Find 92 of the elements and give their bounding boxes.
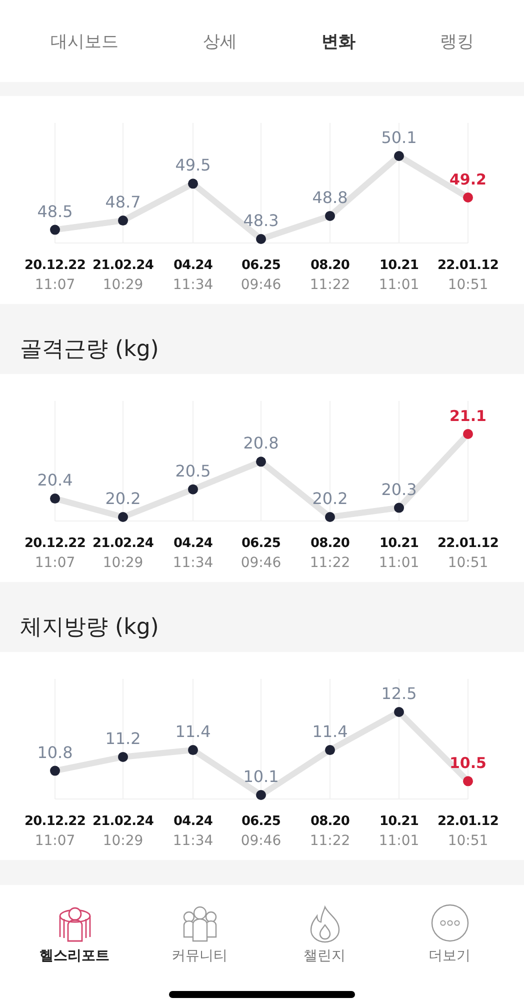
time-label: 10:51 [448, 277, 488, 293]
data-point [118, 512, 128, 522]
date-label: 06.25 [241, 258, 281, 273]
value-label: 20.8 [243, 434, 279, 453]
value-label: 20.4 [37, 470, 73, 490]
value-label: 20.2 [105, 489, 141, 508]
value-label: 50.1 [381, 128, 417, 147]
data-point [325, 210, 335, 221]
time-label: 11:01 [378, 277, 420, 293]
time-label: 10:51 [448, 555, 488, 571]
tab[interactable]: 랭킹 [436, 24, 478, 58]
nav-item[interactable]: 커뮤니티 [154, 903, 244, 965]
date-label: 08.20 [310, 258, 350, 273]
value-label: 10.5 [450, 754, 486, 772]
time-label: 11:01 [378, 555, 420, 571]
value-label: 49.5 [175, 156, 211, 175]
value-label: 48.5 [37, 202, 73, 221]
more-icon [430, 903, 470, 943]
data-point [188, 745, 198, 756]
date-label: 20.12.22 [24, 814, 86, 829]
date-label: 21.02.24 [92, 258, 154, 273]
data-point [325, 512, 335, 522]
data-point [50, 766, 60, 776]
data-point [394, 707, 404, 717]
value-label: 11.2 [105, 728, 141, 748]
date-label: 20.12.22 [24, 536, 86, 551]
date-label: 22.01.12 [438, 814, 498, 829]
time-label: 10:29 [102, 555, 144, 571]
value-label: 20.2 [312, 489, 348, 508]
time-label: 11:34 [172, 555, 214, 571]
nav-item[interactable]: 더보기 [404, 903, 494, 965]
date-label: 06.25 [241, 814, 281, 829]
date-label: 04.24 [173, 258, 213, 273]
data-point [256, 790, 266, 800]
nav-item[interactable]: 헬스리포트 [30, 903, 120, 965]
time-label: 11:34 [172, 277, 214, 293]
data-point [50, 224, 60, 235]
data-point [118, 752, 128, 762]
value-label: 48.8 [312, 188, 348, 207]
data-point [50, 494, 60, 504]
time-label: 11:22 [310, 555, 350, 571]
value-label: 49.2 [450, 170, 486, 188]
date-label: 10.21 [379, 258, 419, 273]
value-label: 10.1 [243, 767, 279, 786]
date-label: 22.01.12 [438, 258, 498, 273]
value-label: 12.5 [381, 684, 417, 703]
time-label: 11:34 [172, 833, 214, 849]
nav-item[interactable]: 챌린지 [280, 903, 370, 965]
value-label: 11.4 [312, 722, 348, 742]
data-point [394, 502, 404, 513]
time-label: 11:07 [34, 277, 76, 293]
time-label: 09:46 [240, 277, 282, 293]
date-label: 10.21 [379, 536, 419, 551]
time-label: 11:22 [310, 277, 350, 293]
value-label: 20.3 [381, 480, 417, 499]
time-label: 09:46 [240, 833, 282, 849]
date-label: 04.24 [173, 814, 213, 829]
tab[interactable]: 대시보드 [46, 24, 122, 58]
date-label: 10.21 [379, 814, 419, 829]
date-label: 08.20 [310, 814, 350, 829]
date-label: 04.24 [173, 536, 213, 551]
data-point [188, 484, 198, 494]
time-label: 10:29 [102, 833, 144, 849]
time-label: 11:07 [34, 555, 76, 571]
date-label: 21.02.24 [92, 814, 154, 829]
time-label: 10:51 [448, 833, 488, 849]
date-label: 08.20 [310, 536, 350, 551]
time-label: 09:46 [240, 555, 282, 571]
tab[interactable]: 변화 [317, 24, 360, 58]
section-title: 체지방량 (kg) [20, 614, 159, 642]
date-label: 21.02.24 [92, 536, 154, 551]
value-label: 21.1 [450, 407, 486, 425]
value-label: 48.3 [243, 211, 279, 230]
data-point [188, 178, 198, 189]
value-label: 48.7 [105, 192, 141, 212]
time-label: 11:01 [378, 833, 420, 849]
time-label: 11:22 [310, 833, 350, 849]
data-point [325, 745, 335, 756]
tab[interactable]: 상세 [198, 24, 241, 58]
time-label: 11:07 [34, 833, 76, 849]
data-point [118, 216, 128, 226]
time-label: 10:29 [102, 277, 144, 293]
date-label: 06.25 [241, 536, 281, 551]
section-title: 골격근량 (kg) [20, 336, 159, 364]
value-label: 11.4 [175, 722, 211, 742]
data-point [256, 234, 266, 244]
date-label: 20.12.22 [24, 258, 86, 273]
data-point [394, 151, 404, 161]
data-point [256, 456, 266, 467]
date-label: 22.01.12 [438, 536, 498, 551]
value-label: 10.8 [37, 742, 73, 762]
value-label: 20.5 [175, 461, 211, 480]
